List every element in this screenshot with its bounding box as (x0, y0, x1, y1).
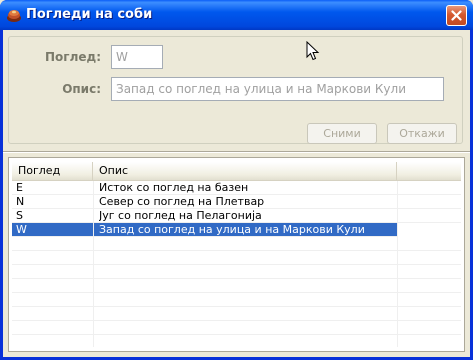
cell-description: Исток со поглед на базен (99, 181, 249, 194)
empty-row (12, 237, 461, 251)
table-row[interactable]: N Север со поглед на Плетвар (12, 195, 461, 209)
app-icon (6, 7, 22, 23)
empty-row (12, 251, 461, 265)
table-row[interactable]: E Исток со поглед на базен (12, 181, 461, 195)
empty-row (12, 279, 461, 293)
separator (3, 151, 470, 153)
cell-view: E (16, 181, 23, 194)
description-label: Опис: (62, 82, 101, 96)
cell-view: W (16, 223, 27, 236)
empty-row (12, 293, 461, 307)
column-divider (397, 181, 398, 347)
view-label: Поглед: (45, 50, 101, 64)
dialog-window: Погледи на соби Поглед: W Опис: Запад со… (0, 0, 473, 360)
cell-description: Југ со поглед на Пелагонија (99, 209, 262, 222)
cancel-button[interactable]: Откажи (387, 123, 457, 144)
dialog-client-area: Поглед: W Опис: Запад со поглед на улица… (3, 30, 470, 357)
description-field[interactable]: Запад со поглед на улица и на Маркови Ку… (111, 77, 444, 101)
window-title: Погледи на соби (26, 7, 153, 22)
title-bar[interactable]: Погледи на соби (0, 0, 473, 30)
empty-row (12, 321, 461, 335)
empty-row (12, 307, 461, 321)
cell-view: S (16, 209, 23, 222)
view-field[interactable]: W (111, 45, 163, 69)
views-grid[interactable]: Поглед Опис E Исток со поглед на базен N… (12, 162, 461, 347)
mouse-cursor-icon (306, 40, 320, 65)
cell-description: Север со поглед на Плетвар (99, 195, 265, 208)
close-icon (451, 10, 462, 21)
views-grid-frame: Поглед Опис E Исток со поглед на базен N… (8, 157, 465, 352)
column-header-view[interactable]: Поглед (12, 162, 93, 180)
table-row[interactable]: S Југ со поглед на Пелагонија (12, 209, 461, 223)
cell-description: Запад со поглед на улица и на Маркови Ку… (99, 223, 365, 236)
save-button[interactable]: Сними (307, 123, 377, 144)
cell-view: N (16, 195, 25, 208)
column-divider (93, 181, 94, 347)
close-button[interactable] (446, 5, 467, 26)
grid-header: Поглед Опис (12, 162, 461, 181)
empty-row (12, 265, 461, 279)
table-row-selected[interactable]: W Запад со поглед на улица и на Маркови … (12, 223, 398, 237)
column-header-description[interactable]: Опис (93, 162, 397, 180)
empty-row (12, 335, 461, 347)
